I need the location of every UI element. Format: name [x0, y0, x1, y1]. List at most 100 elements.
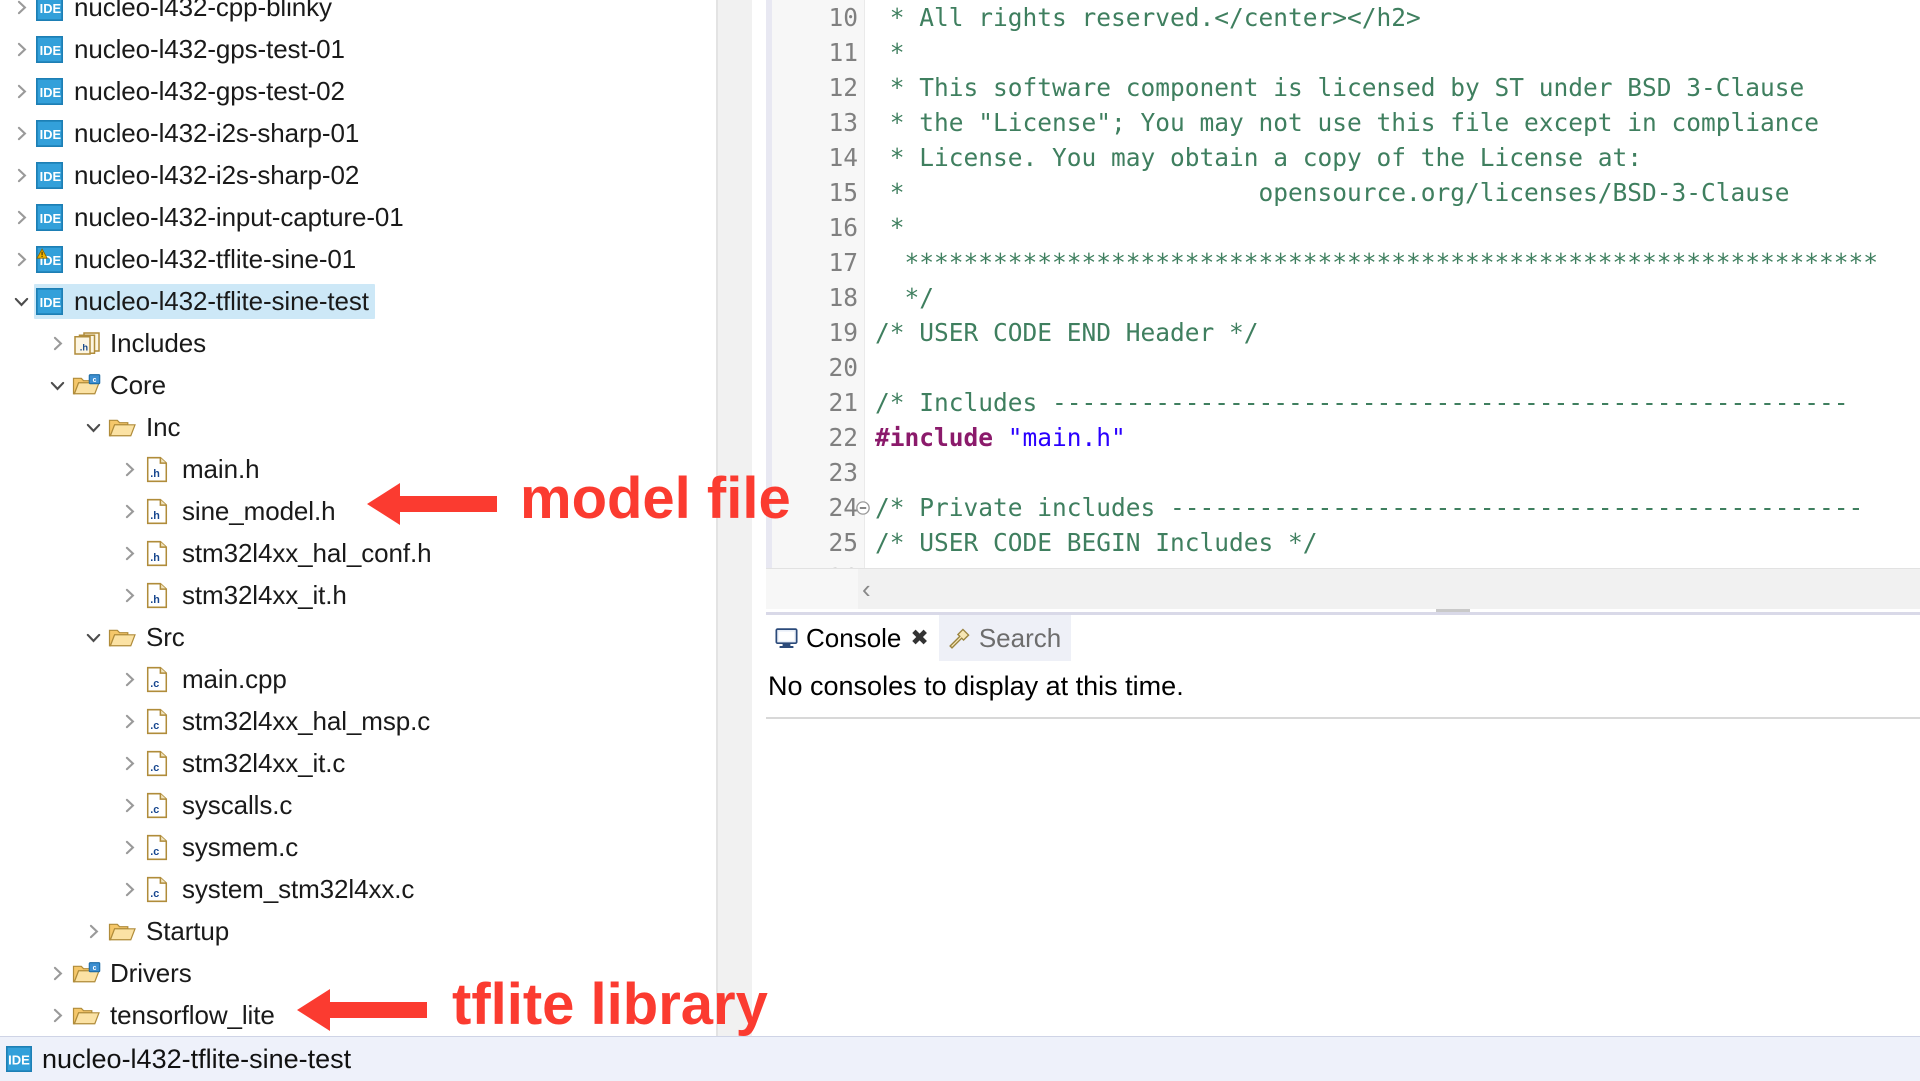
chevron-right-icon[interactable]	[116, 545, 142, 562]
tree-item[interactable]: IDE nucleo-l432-tflite-sine-01	[0, 238, 700, 280]
tab-search[interactable]: Search	[938, 615, 1072, 661]
chevron-right-icon[interactable]	[116, 671, 142, 688]
chevron-right-icon[interactable]	[116, 881, 142, 898]
tree-item-content[interactable]: IDE nucleo-l432-gps-test-01	[34, 32, 351, 67]
chevron-right-icon[interactable]	[116, 755, 142, 772]
tree-item-content[interactable]: Inc	[106, 410, 186, 445]
code-line[interactable]: */	[865, 280, 1920, 315]
code-line[interactable]: *	[865, 210, 1920, 245]
bottom-view-tabbar[interactable]: Console ✖ Search	[766, 615, 1920, 661]
chevron-right-icon[interactable]	[116, 839, 142, 856]
bottom-view[interactable]: Console ✖ Search No consoles to display at…	[766, 612, 1920, 1036]
tree-item[interactable]: tensorflow_lite	[0, 994, 700, 1036]
code-line[interactable]: #include "main.h"	[865, 420, 1920, 455]
tree-item-content[interactable]: IDE nucleo-l432-tflite-sine-01	[34, 242, 362, 277]
tree-item[interactable]: Startup	[0, 910, 700, 952]
code-line[interactable]	[865, 455, 1920, 490]
chevron-right-icon[interactable]	[116, 797, 142, 814]
tree-item-content[interactable]: IDE nucleo-l432-tflite-sine-test	[34, 283, 375, 319]
chevron-right-icon[interactable]	[8, 41, 34, 58]
tree-item-content[interactable]: .h stm32l4xx_it.h	[142, 578, 353, 613]
tree-item[interactable]: IDE nucleo-l432-gps-test-01	[0, 28, 700, 70]
code-line[interactable]: * License. You may obtain a copy of the …	[865, 140, 1920, 175]
tree-item-content[interactable]: c Core	[70, 368, 172, 403]
project-explorer[interactable]: IDE nucleo-l432-cpp-blinky IDE nucleo-l432-…	[0, 0, 718, 1036]
chevron-right-icon[interactable]	[44, 335, 70, 352]
chevron-right-icon[interactable]	[8, 83, 34, 100]
code-line[interactable]: * All rights reserved.</center></h2>	[865, 0, 1920, 35]
tree-item[interactable]: .h sine_model.h	[0, 490, 700, 532]
tree-item-content[interactable]: .h main.h	[142, 452, 265, 487]
tree-item[interactable]: IDE nucleo-l432-input-capture-01	[0, 196, 700, 238]
tree-item-content[interactable]: .h Includes	[70, 326, 212, 361]
tab-console[interactable]: Console ✖	[766, 615, 939, 661]
chevron-right-icon[interactable]	[44, 1007, 70, 1024]
tree-item[interactable]: IDE nucleo-l432-tflite-sine-test	[0, 280, 700, 322]
tree-item-content[interactable]: IDE nucleo-l432-i2s-sharp-02	[34, 158, 365, 193]
explorer-scrollbar-track[interactable]	[718, 0, 1470, 1036]
chevron-right-icon[interactable]	[8, 251, 34, 268]
tree-item[interactable]: .c stm32l4xx_it.c	[0, 742, 700, 784]
tree-item[interactable]: IDE nucleo-l432-gps-test-02	[0, 70, 700, 112]
code-line[interactable]: /* Private includes --------------------…	[865, 490, 1920, 525]
code-line[interactable]: /* USER CODE END Header */	[865, 315, 1920, 350]
tree-item[interactable]: Src	[0, 616, 700, 658]
tree-item[interactable]: Inc	[0, 406, 700, 448]
tree-item-content[interactable]: .c system_stm32l4xx.c	[142, 872, 420, 907]
tree-item-content[interactable]: tensorflow_lite	[70, 998, 281, 1033]
code-line[interactable]: ****************************************…	[865, 245, 1920, 280]
tree-item[interactable]: c Core	[0, 364, 700, 406]
chevron-right-icon[interactable]	[44, 965, 70, 982]
tree-item[interactable]: .h main.h	[0, 448, 700, 490]
tree-item[interactable]: .h Includes	[0, 322, 700, 364]
chevron-down-icon[interactable]	[8, 293, 34, 310]
tree-item[interactable]: .c sysmem.c	[0, 826, 700, 868]
code-line[interactable]: *	[865, 35, 1920, 70]
project-tree[interactable]: IDE nucleo-l432-cpp-blinky IDE nucleo-l432-…	[0, 0, 700, 1036]
tree-item[interactable]: IDE nucleo-l432-i2s-sharp-02	[0, 154, 700, 196]
tree-item-content[interactable]: .c syscalls.c	[142, 788, 298, 823]
editor-code-area[interactable]: * All rights reserved.</center></h2> * *…	[865, 0, 1920, 598]
tree-item-content[interactable]: .h stm32l4xx_hal_conf.h	[142, 536, 437, 571]
chevron-right-icon[interactable]	[116, 587, 142, 604]
chevron-down-icon[interactable]	[80, 419, 106, 436]
tree-item[interactable]: .c stm32l4xx_hal_msp.c	[0, 700, 700, 742]
tree-item-content[interactable]: Startup	[106, 914, 235, 949]
code-line[interactable]: /* Includes ----------------------------…	[865, 385, 1920, 420]
tree-item[interactable]: .h stm32l4xx_hal_conf.h	[0, 532, 700, 574]
code-line[interactable]: * opensource.org/licenses/BSD-3-Clause	[865, 175, 1920, 210]
tree-item-content[interactable]: IDE nucleo-l432-cpp-blinky	[34, 0, 338, 25]
tree-item-content[interactable]: .c main.cpp	[142, 662, 293, 697]
code-line[interactable]: /* USER CODE BEGIN Includes */	[865, 525, 1920, 560]
tree-item-content[interactable]: .h sine_model.h	[142, 494, 341, 529]
chevron-right-icon[interactable]	[8, 125, 34, 142]
tree-item-content[interactable]: .c stm32l4xx_it.c	[142, 746, 351, 781]
chevron-down-icon[interactable]	[80, 629, 106, 646]
fold-collapse-icon[interactable]	[854, 490, 872, 525]
console-body[interactable]: No consoles to display at this time.	[766, 661, 1920, 1036]
chevron-down-icon[interactable]	[44, 377, 70, 394]
tree-item-content[interactable]: IDE nucleo-l432-input-capture-01	[34, 200, 410, 235]
tree-item-content[interactable]: IDE nucleo-l432-i2s-sharp-01	[34, 116, 365, 151]
tree-item-content[interactable]: .c sysmem.c	[142, 830, 304, 865]
tree-item[interactable]: .c main.cpp	[0, 658, 700, 700]
tree-item-content[interactable]: .c stm32l4xx_hal_msp.c	[142, 704, 436, 739]
tree-item-content[interactable]: c Drivers	[70, 956, 198, 991]
chevron-right-icon[interactable]	[116, 503, 142, 520]
chevron-right-icon[interactable]	[80, 923, 106, 940]
tree-item[interactable]: c Drivers	[0, 952, 700, 994]
tree-item[interactable]: .h stm32l4xx_it.h	[0, 574, 700, 616]
chevron-right-icon[interactable]	[8, 167, 34, 184]
editor-pane[interactable]: 1011121314151617181920212223242526 * All…	[766, 0, 1920, 598]
tree-item[interactable]: IDE nucleo-l432-cpp-blinky	[0, 0, 700, 28]
tree-item[interactable]: .c syscalls.c	[0, 784, 700, 826]
close-icon[interactable]: ✖	[910, 625, 928, 651]
tree-item[interactable]: IDE nucleo-l432-i2s-sharp-01	[0, 112, 700, 154]
scroll-left-icon[interactable]: ‹	[862, 574, 871, 605]
tree-item-content[interactable]: IDE nucleo-l432-gps-test-02	[34, 74, 351, 109]
code-line[interactable]: * This software component is licensed by…	[865, 70, 1920, 105]
chevron-right-icon[interactable]	[8, 209, 34, 226]
code-line[interactable]	[865, 350, 1920, 385]
chevron-right-icon[interactable]	[8, 0, 34, 16]
tree-item[interactable]: .c system_stm32l4xx.c	[0, 868, 700, 910]
